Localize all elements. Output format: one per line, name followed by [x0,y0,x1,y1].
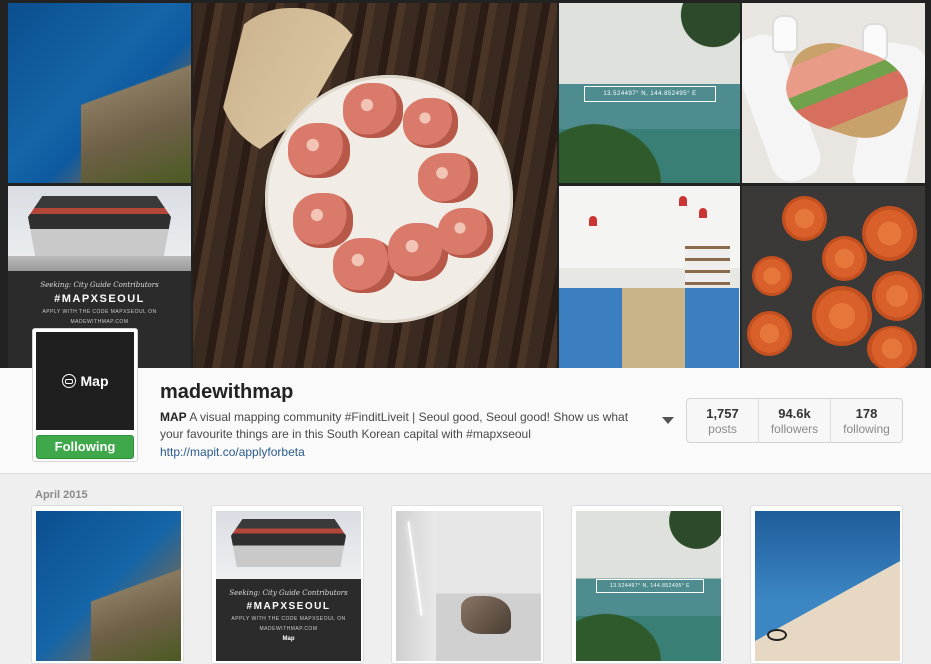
map-logo-icon [61,374,76,388]
avatar-label: Map [80,373,109,389]
post-image-palace[interactable]: Seeking: City Guide Contributors #MAPXSE… [216,511,361,661]
header-photo-flowers[interactable] [742,186,925,368]
header-photo-sandwich[interactable] [742,3,925,183]
header-photo-coast[interactable]: 13.524497° N, 144.852495° E [559,3,740,183]
post-palace-subtitle: Seeking: City Guide Contributors [229,589,348,597]
stat-posts-label: posts [708,422,737,436]
feed-month-heading: April 2015 [35,489,88,501]
post-image-gallery[interactable] [396,511,541,661]
bio-name: MAP [160,410,187,424]
profile-bio: MAP A visual mapping community #FinditLi… [160,409,650,443]
feed-post[interactable] [31,505,184,664]
stat-following-label: following [843,422,890,436]
post-palace-hashtag: #MAPXSEOUL [246,601,331,612]
palace-subtitle: Seeking: City Guide Contributors [40,281,159,289]
palace-site-text: MADEWITHMAP.COM [70,319,129,325]
profile-stats: 1,757 posts 94.6k followers 178 followin… [686,398,903,443]
post-image-coast[interactable]: 13.524497° N, 144.852495° E [576,511,721,661]
header-photo-cafe[interactable] [559,186,740,368]
post-palace-site-text: MADEWITHMAP.COM [259,626,318,632]
stat-followers-count: 94.6k [778,406,811,421]
profile-username: madewithmap [160,381,294,403]
profile-link[interactable]: http://mapit.co/applyforbeta [160,445,305,459]
bio-text: A visual mapping community #FinditLiveit… [160,410,629,441]
header-mosaic: Seeking: City Guide Contributors #MAPXSE… [0,0,931,368]
header-photo-sea[interactable] [8,3,191,183]
stat-following[interactable]: 178 following [831,399,902,442]
chevron-down-icon[interactable] [662,417,674,424]
feed-post[interactable]: Seeking: City Guide Contributors #MAPXSE… [211,505,364,664]
post-palace-brand: Map [282,636,295,642]
header-photo-prosciutto[interactable] [193,3,557,368]
stat-posts[interactable]: 1,757 posts [687,399,759,442]
post-palace-apply-text: APPLY WITH THE CODE MAPXSEOUL ON [231,616,346,622]
stat-following-count: 178 [855,406,878,421]
following-button[interactable]: Following [36,435,134,459]
post-coordinates-label: 13.524497° N, 144.852495° E [596,579,704,593]
stat-followers-label: followers [770,422,819,436]
stat-posts-count: 1,757 [706,406,739,421]
coordinates-label: 13.524497° N, 144.852495° E [584,86,716,102]
palace-hashtag: #MAPXSEOUL [54,293,145,305]
stat-followers[interactable]: 94.6k followers [759,399,831,442]
feed-post[interactable] [391,505,544,664]
palace-apply-text: APPLY WITH THE CODE MAPXSEOUL ON [42,309,157,315]
profile-avatar-card: Map Following [32,328,138,462]
avatar[interactable]: Map [36,332,134,430]
post-image-dune[interactable] [755,511,900,661]
feed-post[interactable]: 13.524497° N, 144.852495° E [571,505,724,664]
feed-post[interactable] [750,505,903,664]
post-image-sea[interactable] [36,511,181,661]
